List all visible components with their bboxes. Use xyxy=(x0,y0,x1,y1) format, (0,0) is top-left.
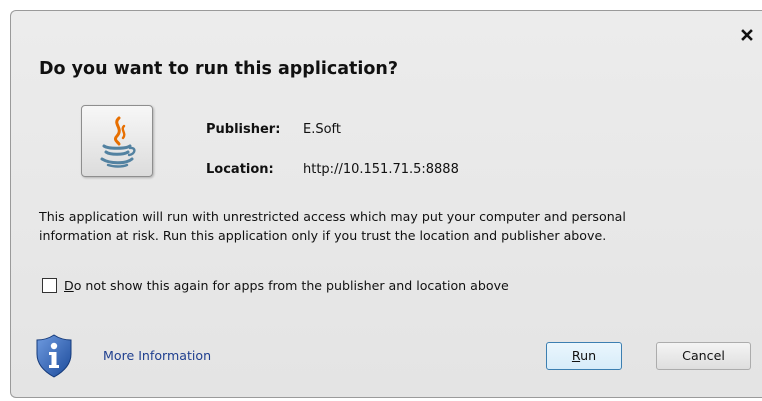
do-not-show-again-label[interactable]: Do not show this again for apps from the… xyxy=(64,278,509,293)
run-mnemonic: R xyxy=(571,348,581,363)
cancel-button[interactable]: Cancel xyxy=(656,342,751,370)
info-shield-icon xyxy=(35,334,73,378)
java-coffee-cup-icon xyxy=(81,105,153,177)
publisher-value: E.Soft xyxy=(303,122,341,137)
warning-line-2: information at risk. Run this applicatio… xyxy=(39,228,607,243)
location-value: http://10.151.71.5:8888 xyxy=(303,162,459,177)
more-information-link[interactable]: More Information xyxy=(103,348,211,363)
run-application-dialog: Do you want to run this application? Pub… xyxy=(10,10,762,398)
dialog-title: Do you want to run this application? xyxy=(39,59,399,79)
do-not-show-again-checkbox[interactable] xyxy=(42,278,57,293)
close-icon[interactable] xyxy=(739,27,755,43)
warning-line-1: This application will run with unrestric… xyxy=(39,209,626,224)
checkbox-mnemonic: D xyxy=(64,278,74,293)
checkbox-label-text: o not show this again for apps from the … xyxy=(73,278,509,293)
run-label-text: un xyxy=(580,348,597,363)
security-warning-text: This application will run with unrestric… xyxy=(39,207,749,245)
run-button[interactable]: Run xyxy=(546,342,622,370)
publisher-label: Publisher: xyxy=(206,122,281,137)
location-label: Location: xyxy=(206,162,274,177)
